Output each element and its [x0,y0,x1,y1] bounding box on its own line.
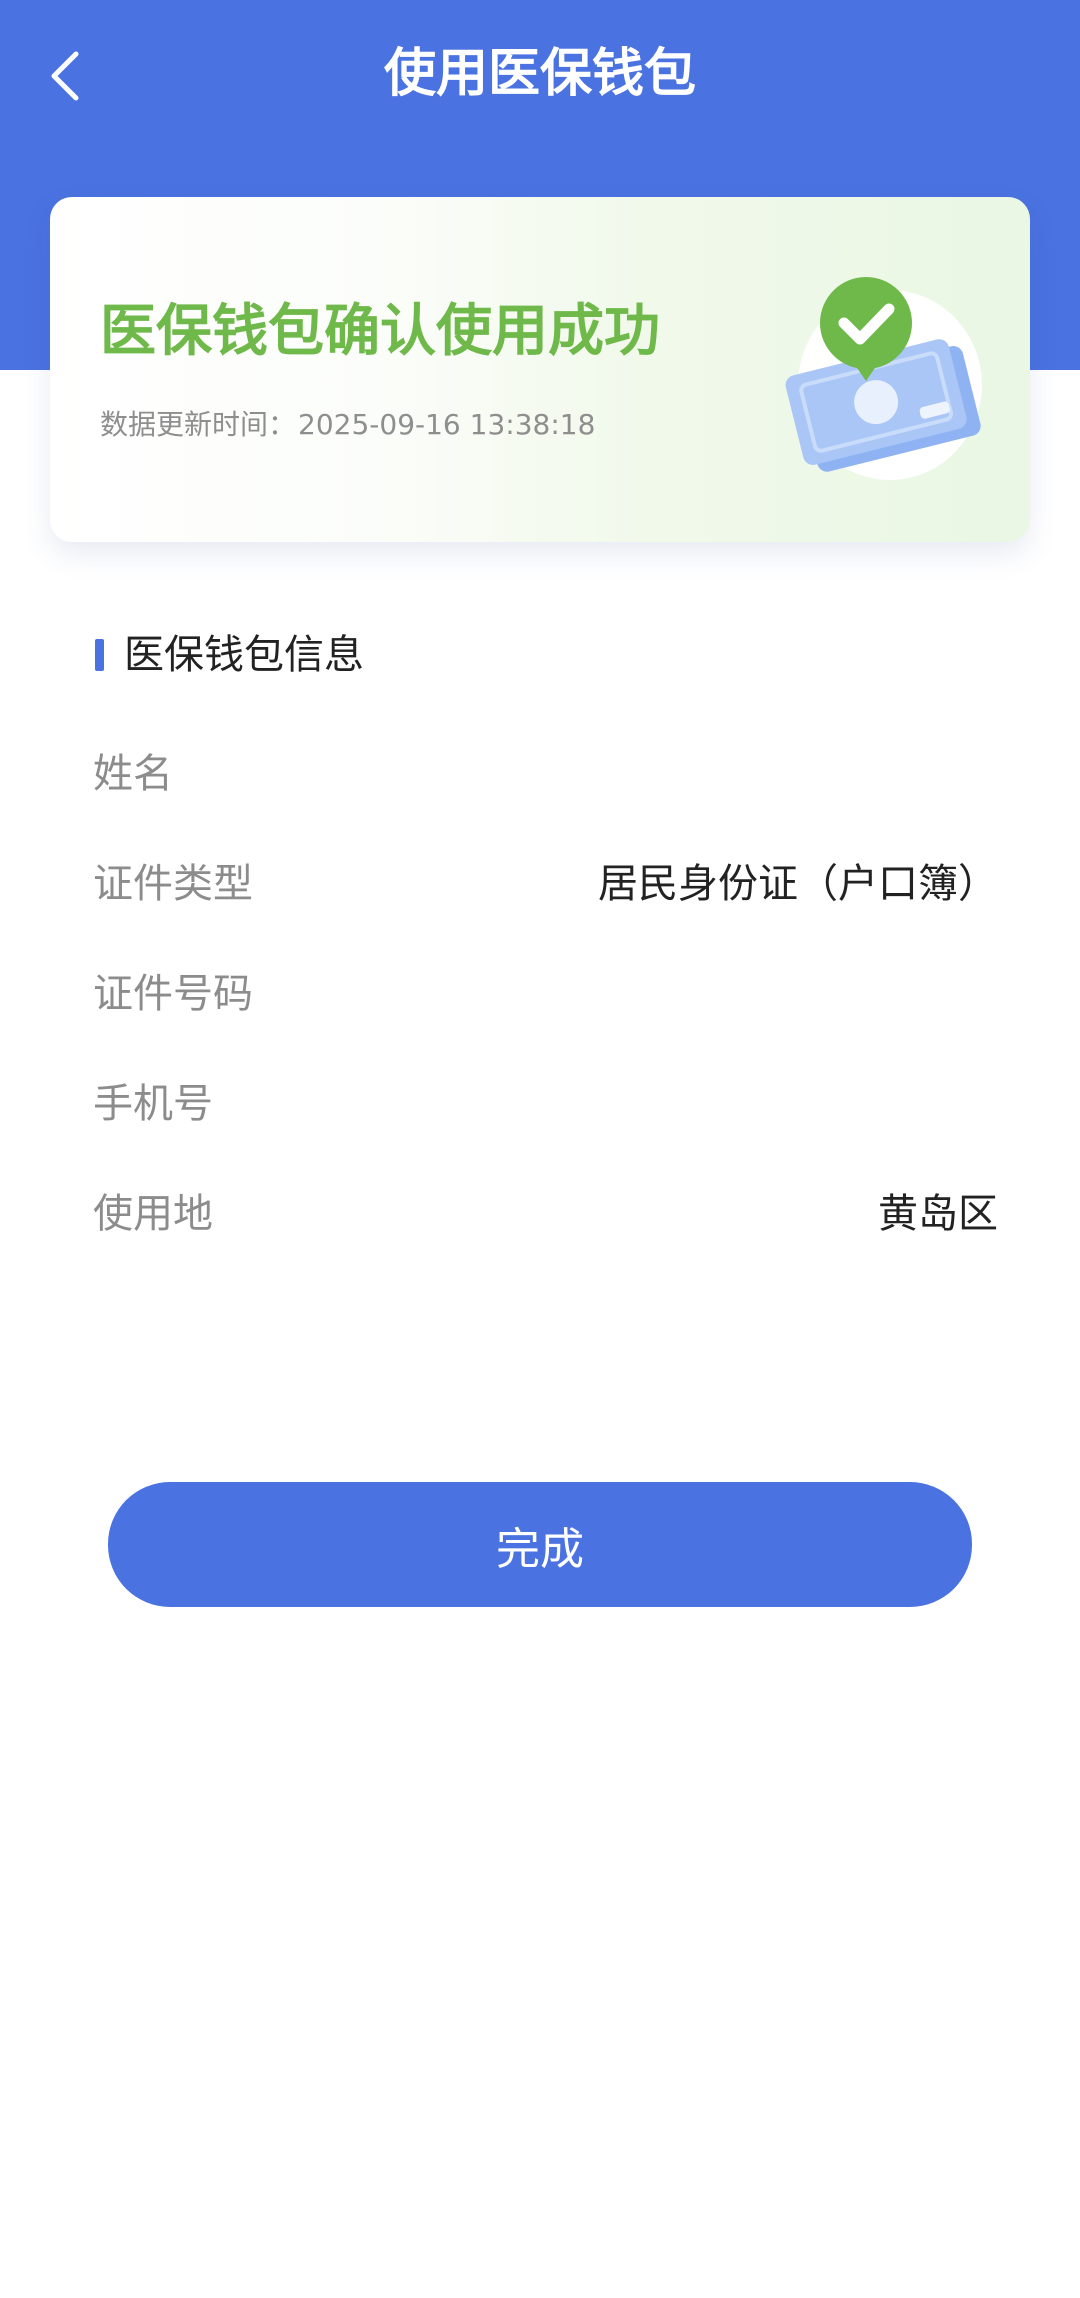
info-value: 居民身份证（户口簿） [598,861,998,907]
info-label: 使用地 [93,1191,213,1237]
info-row-location: 使用地 黄岛区 [93,1155,998,1265]
info-row-phone: 手机号 [93,1045,998,1155]
page-title: 使用医保钱包 [383,44,696,104]
info-row-id-type: 证件类型 居民身份证（户口簿） [93,825,998,935]
info-label: 证件类型 [93,861,253,907]
update-time-value: 2025-09-16 13:38:18 [298,408,596,441]
info-label: 证件号码 [93,971,253,1017]
info-label: 姓名 [93,751,173,797]
section-accent-bar [95,639,104,671]
update-time: 数据更新时间：2025-09-16 13:38:18 [100,405,595,445]
done-button[interactable]: 完成 [108,1482,972,1607]
status-title: 医保钱包确认使用成功 [100,299,660,364]
section-title: 医保钱包信息 [124,632,364,678]
section-header: 医保钱包信息 [95,630,364,680]
money-check-icon [785,277,982,480]
update-time-label: 数据更新时间： [100,408,297,441]
info-list: 姓名 证件类型 居民身份证（户口簿） 证件号码 手机号 使用地 黄岛区 [93,715,998,1265]
info-row-name: 姓名 [93,715,998,825]
info-value: 黄岛区 [878,1191,998,1237]
info-row-id-number: 证件号码 [93,935,998,1045]
status-card: 医保钱包确认使用成功 数据更新时间：2025-09-16 13:38:18 [50,197,1030,542]
info-label: 手机号 [93,1081,213,1127]
